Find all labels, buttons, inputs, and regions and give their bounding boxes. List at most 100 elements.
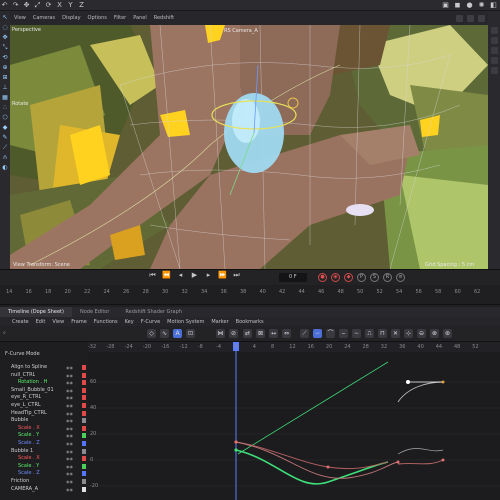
visibility-toggle-icon[interactable]: ◉◉ — [66, 403, 82, 408]
orbit-icon[interactable] — [478, 14, 485, 22]
rotate-icon[interactable]: ⟳ — [44, 1, 53, 10]
visibility-toggle-icon[interactable]: ◉◉ — [66, 471, 82, 476]
visibility-toggle-icon[interactable]: ◉◉ — [66, 456, 82, 461]
visibility-toggle-icon[interactable]: ◉◉ — [66, 365, 82, 370]
spline-icon[interactable]: ∽ — [313, 329, 322, 338]
scale-keys-icon[interactable]: ⇔ — [282, 329, 291, 338]
key-mode-icon[interactable]: ◇ — [147, 329, 156, 338]
tree-row[interactable]: Bubble 1 ◉◉ — [2, 448, 86, 455]
lock-icon[interactable]: ⊘ — [229, 329, 238, 338]
paint-icon[interactable]: ◐ — [2, 164, 9, 171]
linear-icon[interactable]: ⟋ — [300, 329, 309, 338]
menu-frame[interactable]: Frame — [71, 319, 87, 325]
tree-row[interactable]: Bubble ◉◉ — [2, 417, 86, 424]
step-icon[interactable]: ⎍ — [365, 329, 374, 338]
visibility-toggle-icon[interactable]: ◉◉ — [66, 373, 82, 378]
visibility-toggle-icon[interactable]: ◉◉ — [66, 441, 82, 446]
model-icon[interactable]: ▦ — [2, 94, 9, 101]
tree-row[interactable]: Scale . Y ◉◉ — [2, 432, 86, 439]
3d-viewport[interactable] — [10, 25, 488, 269]
auto-mode-icon[interactable]: A — [173, 329, 182, 338]
tree-row[interactable]: Friction ◉◉ — [2, 478, 86, 485]
menu-bookmarks[interactable]: Bookmarks — [236, 319, 264, 325]
visibility-toggle-icon[interactable]: ◉◉ — [66, 487, 82, 492]
play-icon[interactable]: ▶ — [190, 271, 199, 280]
tree-row[interactable]: Scale . Y ◉◉ — [2, 463, 86, 470]
frame-ruler[interactable] — [0, 285, 500, 305]
camera-icon[interactable]: ◧ — [489, 1, 498, 10]
fcurve-mode-icon[interactable]: ∿ — [160, 329, 169, 338]
axis-y-icon[interactable]: Y — [66, 1, 75, 10]
tab-node-editor[interactable]: Node Editor — [72, 307, 117, 317]
menu-fcurve[interactable]: F-Curve — [141, 319, 160, 325]
magnet-icon[interactable]: ∩ — [2, 154, 9, 161]
next-frame-icon[interactable]: ▸ — [204, 271, 213, 280]
menu-cameras[interactable]: Cameras — [33, 15, 55, 21]
keyframe-icon[interactable]: ◆ — [344, 273, 353, 282]
points-icon[interactable]: ∴ — [2, 104, 9, 111]
menu-panel[interactable]: Panel — [133, 15, 147, 21]
go-to-start-icon[interactable]: ⏮ — [148, 271, 157, 280]
select-icon[interactable]: ↖ — [2, 14, 9, 21]
menu-tl-view[interactable]: View — [52, 319, 64, 325]
menu-functions[interactable]: Functions — [94, 319, 118, 325]
snap-icon[interactable]: ⊞ — [2, 74, 9, 81]
unify-tangent-icon[interactable]: ⊹ — [404, 329, 413, 338]
visibility-toggle-icon[interactable]: ◉◉ — [66, 449, 82, 454]
tree-row[interactable]: Scale . Z ◉◉ — [2, 440, 86, 447]
tree-row[interactable]: eye_L_CTRL ◉◉ — [2, 402, 86, 409]
key-rotation-icon[interactable]: R — [383, 273, 392, 282]
go-to-end-icon[interactable]: ⏭ — [232, 271, 241, 280]
menu-view[interactable]: View — [14, 15, 26, 21]
move-keys-icon[interactable]: ↔ — [269, 329, 278, 338]
frame-all-icon[interactable]: ⊡ — [186, 329, 195, 338]
attributes-icon[interactable] — [490, 27, 498, 34]
tree-row[interactable]: Scale . X ◉◉ — [2, 425, 86, 432]
zero-length-icon[interactable]: ⊗ — [430, 329, 439, 338]
prev-frame-icon[interactable]: ◂ — [176, 271, 185, 280]
autokey-icon[interactable]: ◉ — [331, 273, 340, 282]
light-icon[interactable]: ✺ — [477, 1, 486, 10]
visibility-toggle-icon[interactable]: ◉◉ — [66, 464, 82, 469]
ripple-icon[interactable]: ⇄ — [243, 329, 252, 338]
tree-row[interactable]: CAMERA_A ◉◉ — [2, 486, 86, 493]
record-icon[interactable]: ● — [318, 273, 327, 282]
move-tool-icon[interactable]: ✥ — [2, 34, 9, 41]
tree-row[interactable]: Align to Spline ◉◉ — [2, 364, 86, 371]
live-select-icon[interactable]: ◌ — [2, 24, 9, 31]
sphere-icon[interactable]: ● — [465, 1, 474, 10]
redo-icon[interactable]: ↷ — [11, 1, 20, 10]
tree-row[interactable]: Scale . X ◉◉ — [2, 455, 86, 462]
render-icon[interactable]: ▣ — [441, 1, 450, 10]
zoom-icon[interactable] — [467, 14, 474, 22]
ease-out-icon[interactable]: ⌣ — [339, 329, 348, 338]
rotate-tool-icon[interactable]: ⟲ — [2, 54, 9, 61]
snap-keys-icon[interactable]: ⋈ — [216, 329, 225, 338]
clamp-icon[interactable]: ⊓ — [378, 329, 387, 338]
scale-tool-icon[interactable]: ⤡ — [2, 44, 9, 51]
menu-redshift[interactable]: Redshift — [154, 15, 174, 21]
select-keys-icon[interactable]: ⊠ — [256, 329, 265, 338]
key-position-icon[interactable]: P — [357, 273, 366, 282]
tree-row[interactable]: HeadTip_CTRL ◉◉ — [2, 410, 86, 417]
menu-options[interactable]: Options — [88, 15, 107, 21]
timeline-search-icon[interactable]: ⌕ — [3, 329, 43, 338]
ease-icon[interactable]: ∼ — [352, 329, 361, 338]
layers-icon[interactable] — [490, 37, 498, 44]
cube-icon[interactable]: ◼ — [453, 1, 462, 10]
key-scale-icon[interactable]: S — [370, 273, 379, 282]
objects-icon[interactable] — [490, 47, 498, 54]
tree-row[interactable]: Rotation . H ◉◉ — [2, 379, 86, 386]
move-icon[interactable]: ✥ — [22, 1, 31, 10]
axis-z-icon[interactable]: Z — [77, 1, 86, 10]
axis-icon[interactable]: ⊥ — [2, 84, 9, 91]
menu-marker[interactable]: Marker — [211, 319, 228, 325]
content-icon[interactable] — [490, 67, 498, 74]
auto-tangent-icon[interactable]: ⊛ — [443, 329, 452, 338]
menu-filter[interactable]: Filter — [114, 15, 126, 21]
visibility-toggle-icon[interactable]: ◉◉ — [66, 418, 82, 423]
tree-row[interactable]: Small_Bubble_01 ◉◉ — [2, 387, 86, 394]
transform-icon[interactable]: ⊕ — [2, 64, 9, 71]
tree-row[interactable]: eye_R_CTRL ◉◉ — [2, 394, 86, 401]
visibility-toggle-icon[interactable]: ◉◉ — [66, 426, 82, 431]
